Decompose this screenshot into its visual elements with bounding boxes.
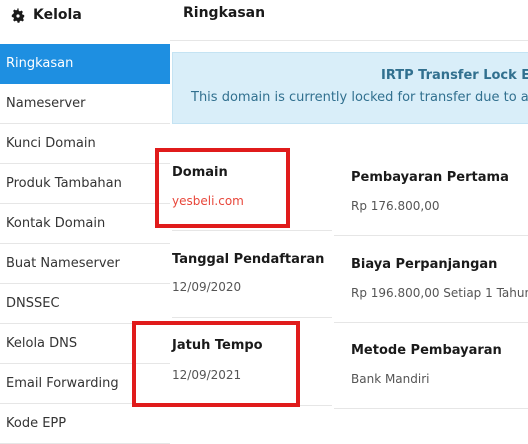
divider <box>172 317 332 318</box>
alert-title: IRTP Transfer Lock Ena <box>381 68 528 83</box>
sidebar-item-buat-nameserver[interactable]: Buat Nameserver <box>0 244 170 284</box>
renewal-fee-value: Rp 196.800,00 Setiap 1 Tahun <box>351 286 528 300</box>
renewal-fee-label: Biaya Perpanjangan <box>351 257 498 272</box>
registration-date-label: Tanggal Pendaftaran <box>172 252 325 267</box>
sidebar-item-kontak-domain[interactable]: Kontak Domain <box>0 204 170 244</box>
sidebar-item-ringkasan[interactable]: Ringkasan <box>0 44 170 84</box>
sidebar-item-kode-epp[interactable]: Kode EPP <box>0 404 170 444</box>
alert-text: This domain is currently locked for tran… <box>191 90 528 105</box>
payment-method-value: Bank Mandiri <box>351 372 430 386</box>
highlight-box-due-date <box>132 321 300 407</box>
header-divider <box>170 40 528 41</box>
divider <box>334 235 528 236</box>
divider <box>334 322 528 323</box>
highlight-box-domain <box>155 148 290 228</box>
divider <box>334 408 528 409</box>
sidebar-header: Kelola <box>0 0 170 40</box>
sidebar-item-nameserver[interactable]: Nameserver <box>0 84 170 124</box>
gear-icon <box>11 8 25 23</box>
transfer-lock-alert: IRTP Transfer Lock Ena This domain is cu… <box>172 52 528 124</box>
sidebar-item-dnssec[interactable]: DNSSEC <box>0 284 170 324</box>
divider <box>172 230 332 231</box>
sidebar-title: Kelola <box>33 7 82 23</box>
sidebar-item-produk-tambahan[interactable]: Produk Tambahan <box>0 164 170 204</box>
registration-date-value: 12/09/2020 <box>172 280 242 294</box>
first-payment-value: Rp 176.800,00 <box>351 199 440 213</box>
sidebar-item-kunci-domain[interactable]: Kunci Domain <box>0 124 170 164</box>
first-payment-label: Pembayaran Pertama <box>351 170 509 185</box>
payment-method-label: Metode Pembayaran <box>351 343 502 358</box>
page-title: Ringkasan <box>183 5 266 21</box>
